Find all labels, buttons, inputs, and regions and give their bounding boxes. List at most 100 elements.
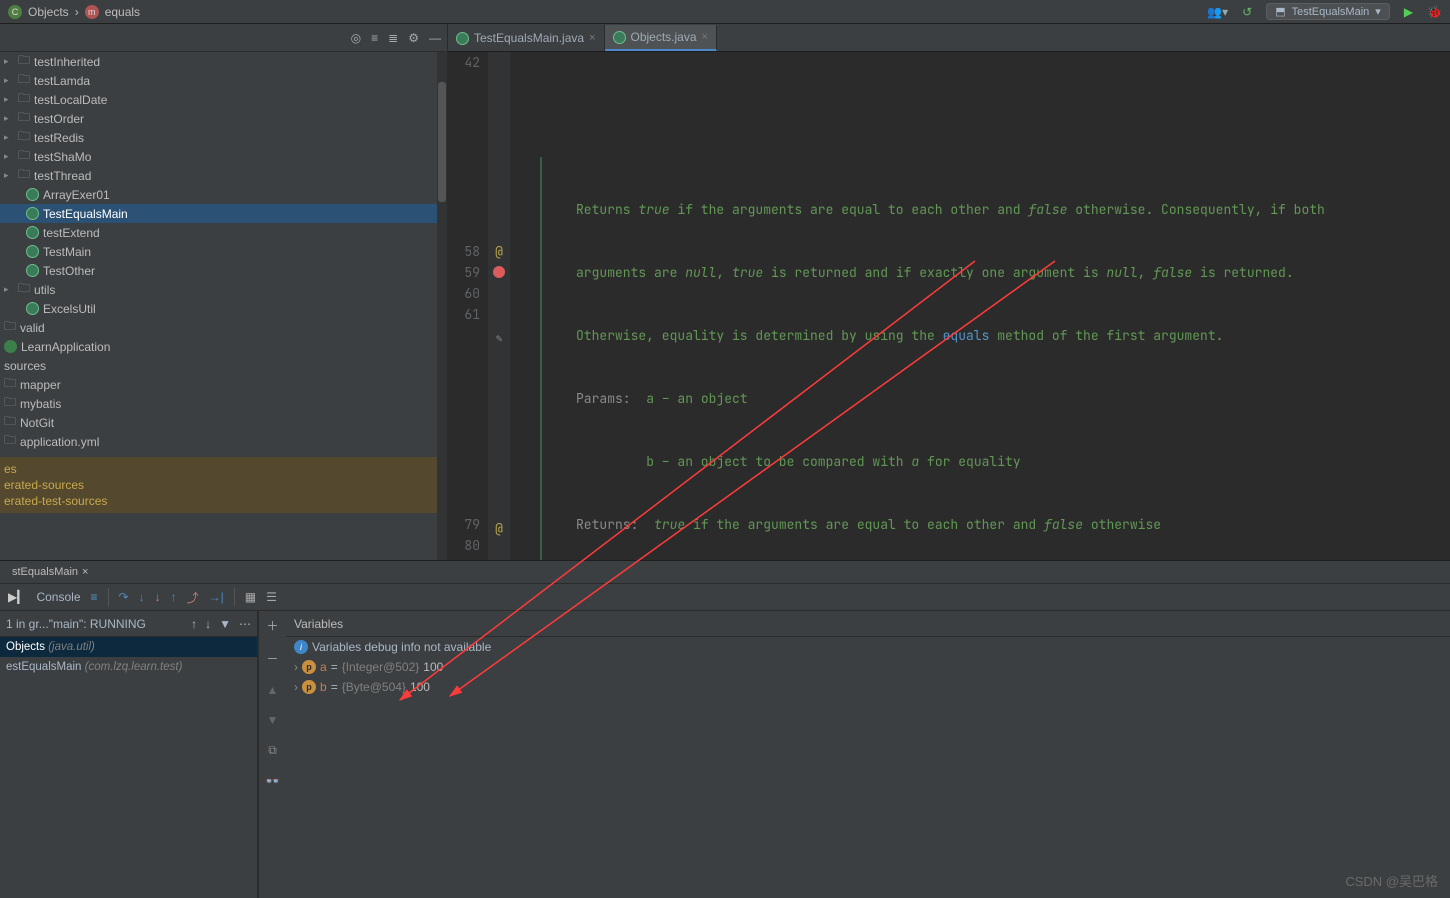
close-icon[interactable]: × (702, 31, 708, 43)
frames-panel: 1 in gr..."main": RUNNING ↑ ↓ ▼ ⋯ Object… (0, 611, 258, 898)
generated-item[interactable]: es (0, 461, 447, 477)
gear-icon[interactable]: ⚙ (408, 31, 419, 45)
tree-class[interactable]: TestEqualsMain (0, 204, 447, 223)
expand-icon[interactable]: ≡ (371, 31, 378, 45)
next-frame-icon[interactable]: ↓ (205, 617, 211, 631)
tree-folder[interactable]: ▸🗀 testThread (0, 166, 447, 185)
evaluate-icon[interactable]: ▦ (245, 590, 256, 604)
chevron-right-icon: ▸ (4, 132, 14, 143)
spring-icon (4, 340, 17, 353)
breakpoint-icon[interactable] (493, 266, 505, 278)
resources-root[interactable]: sources (0, 356, 447, 375)
frame-actions: ＋ － ▲ ▼ ⧉ 👓 (258, 611, 286, 898)
step-out-icon[interactable]: ↑ (171, 590, 177, 604)
tree-class[interactable]: TestOther (0, 261, 447, 280)
class-icon (26, 245, 39, 258)
tree-resource[interactable]: 🗀 NotGit (0, 413, 447, 432)
folder-icon: 🗀 (18, 52, 30, 72)
step-over-icon[interactable]: ↷ (119, 590, 129, 604)
hide-icon[interactable]: — (429, 31, 441, 45)
chevron-right-icon: ▸ (4, 113, 14, 124)
generated-item[interactable]: erated-test-sources (0, 493, 447, 509)
more-icon[interactable]: ⋯ (239, 617, 251, 631)
tree-folder[interactable]: ▸🗀 testLocalDate (0, 90, 447, 109)
variables-panel: Variables i Variables debug info not ava… (286, 611, 1450, 898)
tree-resource[interactable]: 🗀 mybatis (0, 394, 447, 413)
scrollbar[interactable] (437, 52, 447, 560)
folder-icon: 🗀 (4, 393, 16, 414)
expand-icon[interactable]: › (294, 660, 298, 674)
tree-class[interactable]: LearnApplication (0, 337, 447, 356)
tree-folder[interactable]: ▸🗀 testInherited (0, 52, 447, 71)
tree-class[interactable]: TestMain (0, 242, 447, 261)
project-sidebar: ◎ ≡ ≣ ⚙ — ▸🗀 testInherited▸🗀 testLamda▸🗀… (0, 24, 448, 560)
chevron-right-icon: ▸ (4, 94, 14, 105)
stack-frame[interactable]: Objects (java.util) (0, 637, 257, 657)
drop-frame-icon[interactable]: ⤴ (187, 589, 199, 606)
variables-header: Variables (286, 611, 1450, 637)
tree-class[interactable]: testExtend (0, 223, 447, 242)
run-configuration-selector[interactable]: ⬒ TestEqualsMain ▾ (1266, 3, 1390, 20)
thread-selector[interactable]: 1 in gr..."main": RUNNING (6, 617, 183, 631)
trace-icon[interactable]: ☰ (266, 590, 277, 604)
debug-toolbar: ▶▎ Console ≡ ↷ ↓ ↓ ↑ ⤴ →| ▦ ☰ (0, 583, 1450, 611)
prev-frame-icon[interactable]: ↑ (191, 617, 197, 631)
folder-icon: 🗀 (4, 412, 16, 433)
chevron-right-icon: ▸ (4, 75, 14, 86)
tree-folder[interactable]: ▸🗀 testOrder (0, 109, 447, 128)
run-icon[interactable]: ▶ (1404, 5, 1413, 19)
tree-folder[interactable]: ▸🗀 testLamda (0, 71, 447, 90)
tree-folder[interactable]: 🗀 valid (0, 318, 447, 337)
folder-icon: 🗀 (4, 317, 16, 338)
tree-folder[interactable]: ▸🗀 testRedis (0, 128, 447, 147)
reload-icon[interactable]: ↺ (1242, 5, 1252, 19)
icon-gutter[interactable]: @✎@ (488, 52, 510, 560)
project-tree[interactable]: ▸🗀 testInherited▸🗀 testLamda▸🗀 testLocal… (0, 52, 447, 560)
locate-icon[interactable]: ◎ (351, 31, 361, 45)
filter-icon[interactable]: ▼ (219, 617, 231, 631)
step-into-icon[interactable]: ↓ (139, 590, 145, 604)
copy-icon[interactable]: ⧉ (268, 743, 277, 758)
variable-row[interactable]: › p b = {Byte@504} 100 (286, 677, 1450, 697)
console-tab[interactable]: Console (36, 590, 80, 604)
chevron-right-icon: ▸ (4, 170, 14, 181)
tree-class[interactable]: ArrayExer01 (0, 185, 447, 204)
add-watch-icon[interactable]: ＋ (266, 617, 278, 634)
debug-icon[interactable]: 🐞 (1427, 5, 1442, 19)
down-icon[interactable]: ▼ (267, 713, 279, 727)
editor-area: TestEqualsMain.java × Objects.java × 425… (448, 24, 1450, 560)
class-icon (26, 264, 39, 277)
param-badge-icon: p (302, 660, 316, 674)
editor-tab[interactable]: TestEqualsMain.java × (448, 25, 605, 51)
variable-row[interactable]: › p a = {Integer@502} 100 (286, 657, 1450, 677)
up-icon[interactable]: ▲ (267, 683, 279, 697)
debug-session-tab[interactable]: stEqualsMain × (4, 566, 96, 578)
force-step-into-icon[interactable]: ↓ (155, 590, 161, 604)
tree-folder[interactable]: ▸🗀 testShaMo (0, 147, 447, 166)
debugger-tab-icon[interactable]: ▶▎ (8, 590, 26, 604)
class-icon (26, 226, 39, 239)
breadcrumb[interactable]: C Objects › m equals (8, 5, 140, 19)
folder-icon: 🗀 (18, 108, 30, 129)
tree-folder[interactable]: ▸🗀 utils (0, 280, 447, 299)
code-body[interactable]: Returns true if the arguments are equal … (510, 52, 1450, 560)
close-icon[interactable]: × (82, 566, 88, 578)
expand-icon[interactable]: › (294, 680, 298, 694)
generated-item[interactable]: erated-sources (0, 477, 447, 493)
collapse-icon[interactable]: ≣ (388, 31, 398, 45)
editor-tab[interactable]: Objects.java × (605, 25, 717, 51)
stack-frame[interactable]: estEqualsMain (com.lzq.learn.test) (0, 657, 257, 677)
glasses-icon[interactable]: 👓 (265, 774, 280, 788)
tree-resource[interactable]: 🗀 application.yml (0, 432, 447, 451)
folder-icon: 🗀 (4, 431, 16, 452)
code-editor[interactable]: 425859606179808182 @✎@ Returns true if t… (448, 52, 1450, 560)
generated-sources: eserated-sourceserated-test-sources (0, 457, 447, 513)
remove-watch-icon[interactable]: － (266, 650, 278, 667)
tree-resource[interactable]: 🗀 mapper (0, 375, 447, 394)
threads-icon[interactable]: ≡ (91, 590, 98, 604)
run-to-cursor-icon[interactable]: →| (209, 590, 224, 604)
close-icon[interactable]: × (589, 32, 595, 44)
add-user-icon[interactable]: 👥▾ (1207, 5, 1228, 19)
tree-class[interactable]: ExcelsUtil (0, 299, 447, 318)
scrollbar-thumb[interactable] (438, 82, 446, 202)
